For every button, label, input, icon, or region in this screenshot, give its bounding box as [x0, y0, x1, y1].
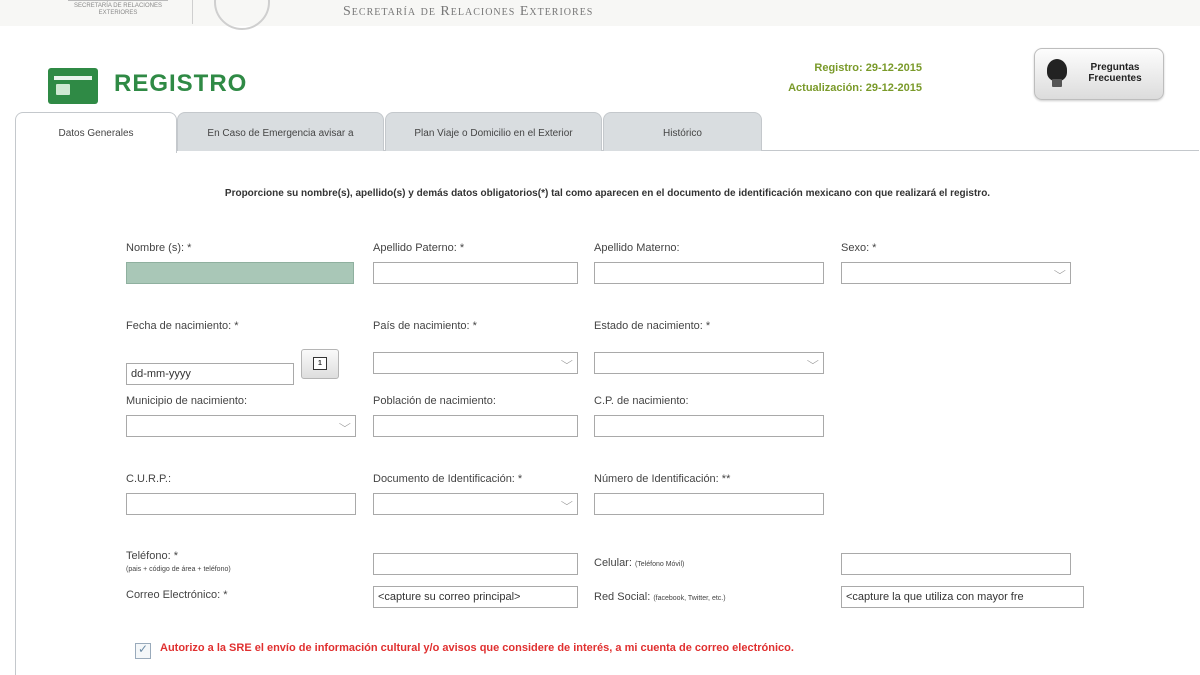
apellido-materno-field[interactable]	[594, 262, 824, 284]
telefono-label: Teléfono: *	[126, 550, 178, 562]
national-seal-icon	[214, 0, 270, 30]
tab-plan-viaje[interactable]: Plan Viaje o Domicilio en el Exterior	[385, 112, 602, 151]
tab-emergencia[interactable]: En Caso de Emergencia avisar a	[177, 112, 384, 151]
tab-datos-generales[interactable]: Datos Generales	[15, 112, 177, 153]
faq-button-label: Preguntas Frecuentes	[1088, 62, 1142, 84]
calendar-button[interactable]: 1	[301, 349, 339, 379]
chevron-down-icon: ⌵	[561, 497, 574, 508]
numero-identificacion-label: Número de Identificación: **	[594, 473, 731, 485]
correo-field[interactable]	[373, 586, 578, 608]
fecha-nacimiento-label: Fecha de nacimiento: *	[126, 320, 239, 332]
id-card-icon	[48, 68, 98, 104]
red-social-field[interactable]	[841, 586, 1084, 608]
fecha-nacimiento-field[interactable]	[126, 363, 294, 385]
poblacion-label: Población de nacimiento:	[373, 395, 496, 407]
telefono-field[interactable]	[373, 553, 578, 575]
nombre-field[interactable]	[126, 262, 354, 284]
page-title: REGISTRO	[114, 70, 248, 97]
calendar-icon: 1	[313, 357, 327, 370]
pais-nacimiento-label: País de nacimiento: *	[373, 320, 477, 332]
curp-field[interactable]	[126, 493, 356, 515]
apellido-materno-label: Apellido Materno:	[594, 242, 680, 254]
actualizacion-date: Actualización: 29-12-2015	[788, 82, 922, 94]
cp-field[interactable]	[594, 415, 824, 437]
celular-field[interactable]	[841, 553, 1071, 575]
instructions-text: Proporcione su nombre(s), apellido(s) y …	[224, 188, 991, 199]
celular-label: Celular: (Teléfono Móvil)	[594, 557, 684, 569]
nombre-label: Nombre (s): *	[126, 242, 192, 254]
chevron-down-icon: ⌵	[339, 419, 352, 430]
red-social-label: Red Social: (facebook, Twitter, etc.)	[594, 591, 726, 603]
top-banner: SECRETARÍA DE RELACIONES EXTERIORES Secr…	[0, 0, 1200, 30]
registro-date: Registro: 29-12-2015	[814, 62, 922, 74]
apellido-paterno-label: Apellido Paterno: *	[373, 242, 465, 254]
faq-button[interactable]: Preguntas Frecuentes	[1034, 48, 1164, 100]
documento-label: Documento de Identificación: *	[373, 473, 523, 485]
celular-label-text: Celular:	[594, 557, 632, 569]
sexo-select[interactable]: ⌵	[841, 262, 1071, 284]
apellido-paterno-field[interactable]	[373, 262, 578, 284]
documento-select[interactable]: ⌵	[373, 493, 578, 515]
sre-logo: SECRETARÍA DE RELACIONES EXTERIORES	[58, 0, 178, 22]
numero-identificacion-field[interactable]	[594, 493, 824, 515]
correo-label: Correo Electrónico: *	[126, 589, 228, 601]
chevron-down-icon: ⌵	[807, 356, 820, 367]
consent-text: Autorizo a la SRE el envío de informació…	[160, 642, 794, 654]
red-social-label-text: Red Social:	[594, 591, 651, 603]
curp-label: C.U.R.P.:	[126, 473, 172, 485]
estado-nacimiento-select[interactable]: ⌵	[594, 352, 824, 374]
secretaria-title: Secretaría de Relaciones Exteriores	[343, 4, 594, 19]
cp-label: C.P. de nacimiento:	[594, 395, 689, 407]
chevron-down-icon: ⌵	[1054, 266, 1067, 277]
consent-checkbox[interactable]	[135, 642, 151, 659]
pais-nacimiento-select[interactable]: ⌵	[373, 352, 578, 374]
municipio-label: Municipio de nacimiento:	[126, 395, 248, 407]
registration-dates: Registro: 29-12-2015 Actualización: 29-1…	[700, 58, 922, 98]
celular-hint: (Teléfono Móvil)	[634, 561, 685, 568]
sexo-label: Sexo: *	[841, 242, 877, 254]
tab-historico[interactable]: Histórico	[603, 112, 762, 151]
municipio-select[interactable]: ⌵	[126, 415, 356, 437]
header-divider	[192, 0, 193, 24]
red-social-hint: (facebook, Twitter, etc.)	[653, 595, 726, 602]
estado-nacimiento-label: Estado de nacimiento: *	[594, 320, 711, 332]
lightbulb-icon	[1047, 59, 1067, 87]
telefono-hint: (pais + código de área + teléfono)	[126, 566, 231, 573]
chevron-down-icon: ⌵	[561, 356, 574, 367]
poblacion-field[interactable]	[373, 415, 578, 437]
